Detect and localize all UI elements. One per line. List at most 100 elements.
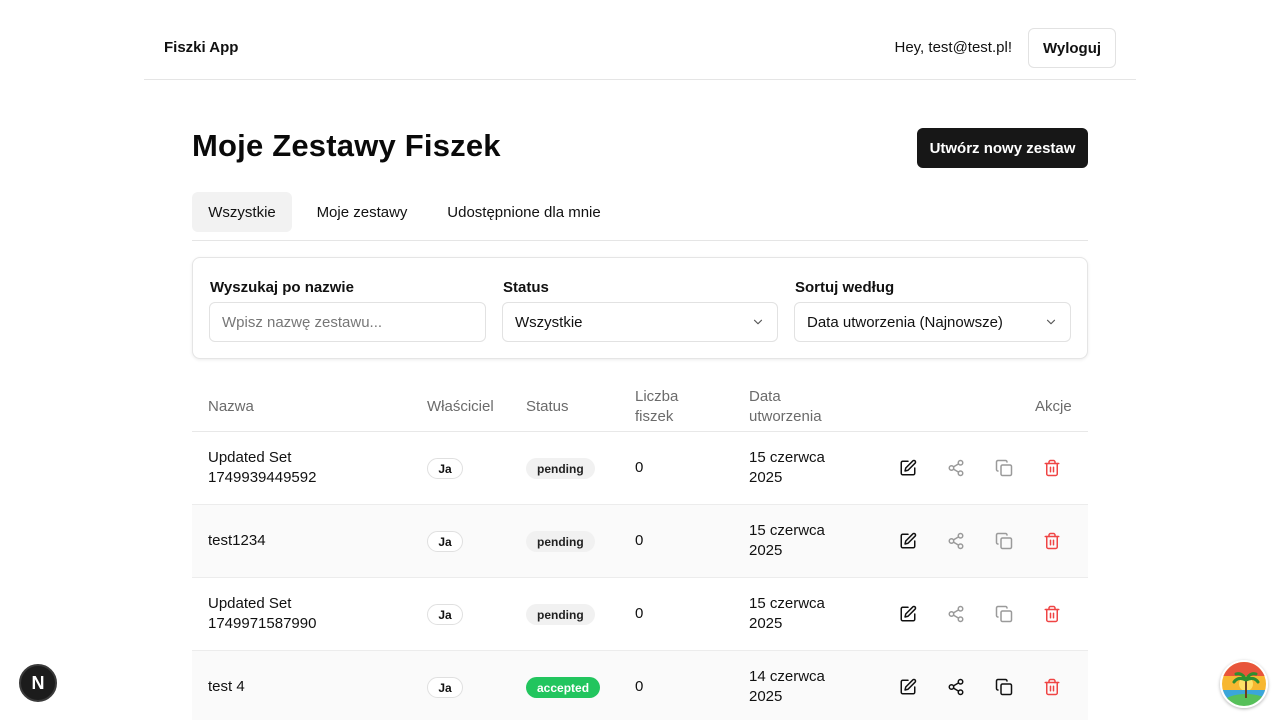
created-date-line2: 2025 (749, 615, 783, 632)
created-date-line2: 2025 (749, 542, 783, 559)
status-badge: accepted (526, 677, 601, 698)
trash-icon (1044, 605, 1060, 623)
avatar[interactable] (1220, 660, 1268, 708)
header-actions: Akcje (1035, 398, 1072, 415)
create-set-button[interactable]: Utwórz nowy zestaw (917, 128, 1088, 168)
edit-button[interactable] (899, 605, 917, 623)
created-date-line2: 2025 (749, 469, 783, 486)
chevron-down-icon (1046, 319, 1056, 325)
logout-button[interactable]: Wyloguj (1028, 28, 1116, 68)
created-date-line1: 15 czerwca (749, 595, 825, 612)
copy-button[interactable] (995, 678, 1013, 696)
copy-icon (995, 459, 1013, 477)
delete-button[interactable] (1043, 532, 1061, 550)
copy-icon (995, 605, 1013, 623)
card-count: 0 (635, 459, 644, 476)
created-date-line1: 15 czerwca (749, 449, 825, 466)
share-button[interactable] (947, 459, 965, 477)
search-label: Wyszukaj po nazwie (210, 279, 354, 296)
table-row: test1234 Ja pending 0 15 czerwca 2025 (192, 505, 1088, 578)
share-icon (948, 459, 964, 477)
copy-icon (995, 532, 1013, 550)
owner-badge: Ja (427, 458, 463, 479)
sort-select-value: Data utworzenia (Najnowsze) (807, 313, 1003, 331)
brand-logo[interactable]: Fiszki App (164, 39, 238, 56)
set-name[interactable]: test 4 (208, 677, 245, 697)
header-owner: Właściciel (427, 398, 494, 415)
header-status: Status (526, 398, 569, 415)
sort-label: Sortuj według (795, 279, 895, 296)
set-name[interactable]: Updated Set 1749939449592 (208, 448, 316, 488)
trash-icon (1044, 459, 1060, 477)
table-row: Updated Set 1749939449592 Ja pending 0 1… (192, 432, 1088, 505)
created-date: 15 czerwca 2025 (749, 594, 825, 634)
table-row: test 4 Ja accepted 0 14 czerwca 2025 (192, 651, 1088, 720)
card-count: 0 (635, 532, 644, 549)
card-count: 0 (635, 605, 644, 622)
dev-tools-button[interactable]: N (19, 664, 57, 702)
owner-badge: Ja (427, 677, 463, 698)
status-select[interactable]: Wszystkie (502, 302, 778, 342)
set-name[interactable]: test1234 (208, 531, 266, 551)
set-name-line1: test 4 (208, 678, 245, 695)
share-button[interactable] (947, 678, 965, 696)
edit-button[interactable] (899, 678, 917, 696)
status-badge: pending (526, 458, 595, 479)
set-name-line2: 1749939449592 (208, 469, 317, 486)
tab-shared-with-me[interactable]: Udostępnione dla mnie (436, 192, 612, 232)
table-row: Updated Set 1749971587990 Ja pending 0 1… (192, 578, 1088, 651)
set-name-line1: Updated Set (208, 595, 292, 612)
trash-icon (1044, 532, 1060, 550)
status-badge: pending (526, 604, 595, 625)
delete-button[interactable] (1043, 459, 1061, 477)
trash-icon (1044, 678, 1060, 696)
tab-bar: Wszystkie Moje zestawy Udostępnione dla … (192, 192, 1088, 241)
header-card-count: Liczba fiszek (635, 387, 678, 427)
created-date: 15 czerwca 2025 (749, 521, 825, 561)
set-name-line1: Updated Set (208, 449, 292, 466)
created-date-line1: 14 czerwca (749, 668, 825, 685)
beach-avatar-icon (1222, 662, 1266, 706)
share-icon (948, 605, 964, 623)
header-created-date[interactable]: Data utworzenia (749, 387, 822, 427)
set-name-line2: 1749971587990 (208, 615, 317, 632)
header-card-count-line1: Liczba (635, 388, 679, 405)
set-name[interactable]: Updated Set 1749971587990 (208, 594, 316, 634)
edit-button[interactable] (899, 532, 917, 550)
created-date: 15 czerwca 2025 (749, 448, 825, 488)
owner-badge: Ja (427, 604, 463, 625)
header-name[interactable]: Nazwa (208, 397, 254, 417)
search-input[interactable] (209, 302, 486, 342)
edit-icon (900, 532, 917, 549)
filters-panel: Wyszukaj po nazwie Status Wszystkie Sort… (192, 257, 1088, 359)
status-select-value: Wszystkie (515, 313, 583, 331)
set-name-line1: test1234 (208, 532, 266, 549)
status-badge: pending (526, 531, 595, 552)
edit-icon (900, 459, 917, 476)
user-greeting: Hey, test@test.pl! (894, 39, 1013, 56)
header-card-count-line2: fiszek (635, 408, 674, 425)
page-title: Moje Zestawy Fiszek (192, 128, 501, 163)
edit-button[interactable] (899, 459, 917, 477)
copy-button[interactable] (995, 459, 1013, 477)
top-bar: Fiszki App Hey, test@test.pl! Wyloguj (144, 0, 1136, 80)
delete-button[interactable] (1043, 678, 1061, 696)
sort-select[interactable]: Data utworzenia (Najnowsze) (794, 302, 1071, 342)
share-button[interactable] (947, 532, 965, 550)
share-button[interactable] (947, 605, 965, 623)
copy-icon (995, 678, 1013, 696)
delete-button[interactable] (1043, 605, 1061, 623)
table-header: Nazwa Właściciel Status Liczba fiszek Da… (192, 382, 1088, 432)
share-icon (948, 532, 964, 550)
created-date: 14 czerwca 2025 (749, 667, 825, 707)
owner-badge: Ja (427, 531, 463, 552)
copy-button[interactable] (995, 532, 1013, 550)
share-icon (948, 678, 964, 696)
created-date-line1: 15 czerwca (749, 522, 825, 539)
tab-all[interactable]: Wszystkie (192, 192, 292, 232)
tab-my-sets[interactable]: Moje zestawy (304, 192, 420, 232)
copy-button[interactable] (995, 605, 1013, 623)
card-count: 0 (635, 678, 644, 695)
edit-icon (900, 605, 917, 622)
header-created-date-line2: utworzenia (749, 408, 822, 425)
